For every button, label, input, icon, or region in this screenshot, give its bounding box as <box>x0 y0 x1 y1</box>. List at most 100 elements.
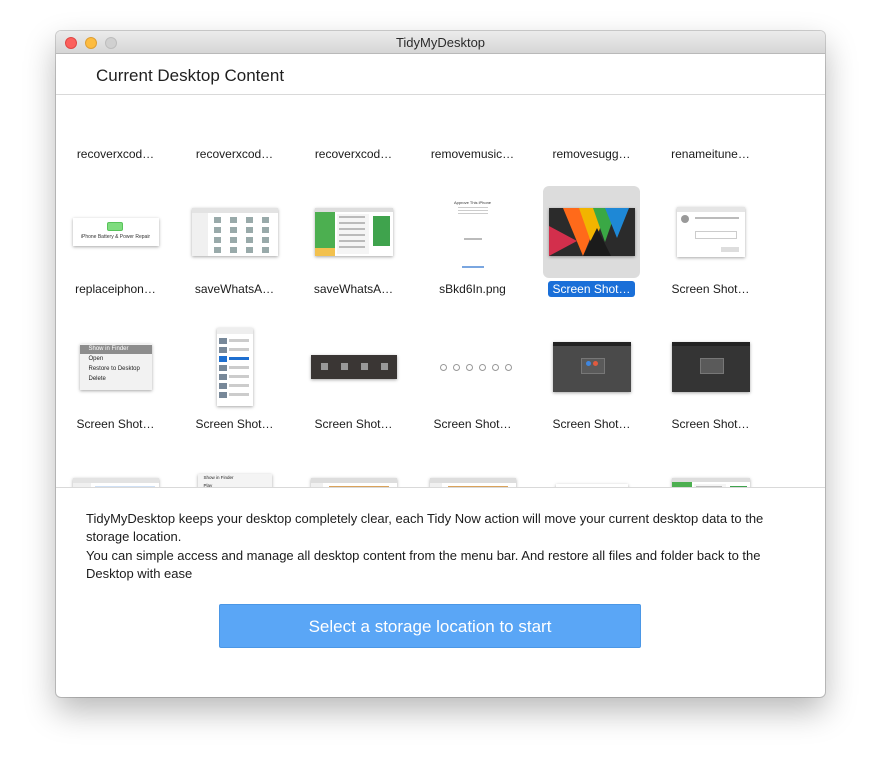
desktop-file-item[interactable]: removemusic… <box>413 95 532 186</box>
thumbnail-frame <box>67 456 164 487</box>
file-name-label: saveWhatsA… <box>294 282 413 296</box>
thumbnail-frame <box>186 321 283 413</box>
file-icon <box>245 237 253 243</box>
thumbnail-text: Approve This iPhone <box>453 200 492 205</box>
desktop-file-item[interactable]: Show in Finder Open Restore to Desktop Dele… <box>56 321 175 456</box>
thumbnail-frame <box>662 95 759 143</box>
thumbnail-frame <box>305 186 402 278</box>
thumbnail-frame <box>67 95 164 143</box>
control-icon <box>478 364 486 371</box>
file-name-label: Screen Shot… <box>56 417 175 431</box>
file-icon <box>213 237 221 243</box>
file-thumbnail <box>429 478 516 487</box>
toolbar-icon <box>320 363 328 370</box>
thumbnail-frame: Show in FinderPlayConvert AIFF to Mp3Con… <box>186 456 283 488</box>
thumbnail-frame <box>662 321 759 413</box>
thumbnail-frame: iPhone Battery & Power Repair <box>67 186 164 278</box>
description: TidyMyDesktop keeps your desktop complet… <box>86 510 806 584</box>
file-icon <box>261 247 269 253</box>
file-name-label: Screen Shot… <box>651 417 770 431</box>
file-name-text: removesugg… <box>552 147 631 161</box>
file-thumbnail <box>429 359 516 375</box>
desktop-file-item[interactable] <box>413 456 532 487</box>
thumbnail-frame <box>543 95 640 143</box>
file-name-label: Screen Shot… <box>651 282 770 296</box>
desktop-file-item[interactable]: Show in FinderPlayConvert AIFF to Mp3Con… <box>175 456 294 488</box>
file-thumbnail <box>310 478 397 487</box>
store-building <box>447 486 508 487</box>
select-storage-location-button[interactable]: Select a storage location to start <box>219 604 641 648</box>
file-name-label: recoverxcod… <box>175 147 294 161</box>
file-name-text: replaceiphon… <box>75 282 156 296</box>
desktop-file-item[interactable]: iTunes <box>532 456 651 487</box>
file-name-label: Screen Shot… <box>532 417 651 431</box>
file-name-text: Screen Shot… <box>314 417 393 431</box>
desktop-file-item[interactable]: Approve This iPhone sBkd6In.png <box>413 186 532 321</box>
store-building <box>328 486 389 487</box>
file-name-label: removemusic… <box>413 147 532 161</box>
file-thumbnail: iPhone Battery & Power Repair <box>72 218 159 246</box>
desktop-file-item[interactable]: saveWhatsA… <box>294 186 413 321</box>
desktop-file-item[interactable]: Screen Shot… <box>532 321 651 456</box>
file-name-text: recoverxcod… <box>195 147 274 161</box>
desktop-file-item[interactable]: Screen Shot… <box>532 186 651 321</box>
file-name-label: recoverxcod… <box>56 147 175 161</box>
desktop-file-item[interactable]: recoverxcod… <box>56 95 175 186</box>
desktop-file-item[interactable]: Screen Shot… <box>651 186 770 321</box>
file-name-text: renameitune… <box>671 147 750 161</box>
context-menu-item: Delete <box>88 376 106 382</box>
desktop-file-item[interactable] <box>651 456 770 487</box>
context-menu-item: Restore to Desktop <box>88 366 140 372</box>
context-menu-item: Open <box>88 356 104 362</box>
file-name-text: removemusic… <box>430 147 515 161</box>
desktop-file-item[interactable]: recoverxcod… <box>175 95 294 186</box>
gear-icon <box>680 215 689 223</box>
thumbnail-text: iPhone Battery & Power Repair <box>80 234 151 240</box>
title-bar[interactable]: TidyMyDesktop <box>56 31 825 54</box>
file-name-text: Screen Shot… <box>195 417 274 431</box>
phone-screen <box>372 216 390 246</box>
phone-screen <box>729 486 747 487</box>
file-thumbnail <box>671 478 750 487</box>
thumbnail-frame <box>305 456 402 487</box>
file-thumbnail <box>548 208 635 256</box>
file-thumbnail <box>72 478 159 487</box>
file-thumbnail <box>671 342 750 392</box>
desktop-content-grid[interactable]: recoverxcod… recoverxcod… recoverxcod… remo… <box>56 94 825 488</box>
toolbar-icon <box>360 363 368 370</box>
description-line-1: TidyMyDesktop keeps your desktop complet… <box>86 511 764 544</box>
thumbnail-frame: Approve This iPhone <box>424 186 521 278</box>
desktop-file-item[interactable]: removesugg… <box>532 95 651 186</box>
file-name-label: recoverxcod… <box>294 147 413 161</box>
file-name-text: Screen Shot… <box>552 417 631 431</box>
file-name-text: Screen Shot… <box>548 281 635 297</box>
file-thumbnail: Show in FinderPlayConvert AIFF to Mp3Con… <box>197 474 272 488</box>
context-menu-item: Play <box>203 482 213 488</box>
desktop-file-item[interactable]: Screen Shot… <box>294 321 413 456</box>
control-icon <box>439 364 447 371</box>
file-name-text: Screen Shot… <box>433 417 512 431</box>
description-line-2: You can simple access and manage all des… <box>86 548 761 581</box>
file-name-text: Screen Shot… <box>671 417 750 431</box>
desktop-file-item[interactable] <box>56 456 175 487</box>
file-thumbnail: iTunes <box>555 484 628 487</box>
file-icon <box>261 237 269 243</box>
thumbnail-frame <box>424 95 521 143</box>
desktop-file-item[interactable]: iPhone Battery & Power Repair replaceipho… <box>56 186 175 321</box>
desktop-file-item[interactable]: Screen Shot… <box>651 321 770 456</box>
desktop-file-item[interactable]: renameitune… <box>651 95 770 186</box>
desktop-file-item[interactable]: Screen Shot… <box>175 321 294 456</box>
file-name-text: recoverxcod… <box>314 147 393 161</box>
desktop-file-item[interactable]: Screen Shot… <box>413 321 532 456</box>
desktop-file-item[interactable]: recoverxcod… <box>294 95 413 186</box>
thumbnail-frame <box>543 186 640 278</box>
context-menu-item: Show in Finder <box>79 345 152 354</box>
control-icon <box>504 364 512 371</box>
desktop-file-item[interactable]: saveWhatsA… <box>175 186 294 321</box>
file-name-label: saveWhatsA… <box>175 282 294 296</box>
desktop-file-item[interactable] <box>294 456 413 487</box>
thumbnail-frame: iTunes <box>543 456 640 487</box>
file-thumbnail <box>191 208 278 256</box>
file-name-text: saveWhatsA… <box>313 282 394 296</box>
control-icon <box>491 364 499 371</box>
